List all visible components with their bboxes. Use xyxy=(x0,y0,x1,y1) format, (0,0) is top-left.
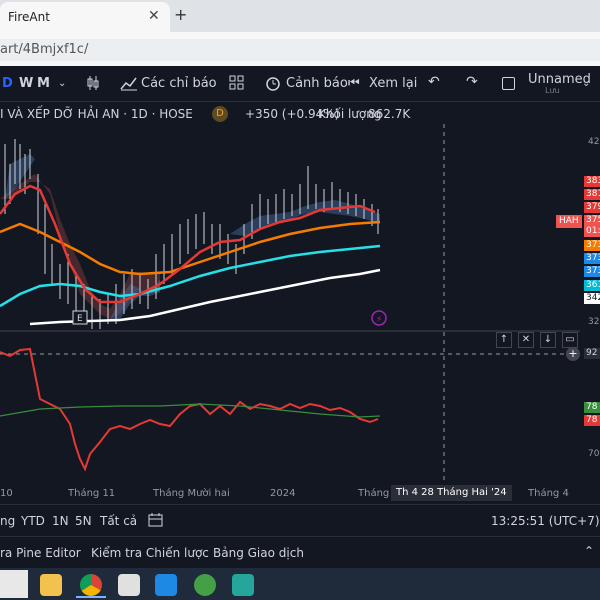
price-chart[interactable]: E ⚡ xyxy=(0,124,580,484)
redo-icon[interactable]: ↷ xyxy=(466,74,478,90)
price-tick-420: 420 xyxy=(588,137,600,147)
countdown-label: 01: xyxy=(584,226,600,237)
symbol-title[interactable]: I VÀ XẾP DỠ HẢI AN · 1D · HOSE xyxy=(0,107,193,121)
candle-style-icon[interactable] xyxy=(86,75,100,91)
indicators-icon[interactable] xyxy=(120,75,138,91)
close-pane-icon[interactable]: ✕ xyxy=(518,332,534,348)
collapse-panel-icon[interactable]: ⌃ xyxy=(584,544,594,558)
url-text: art/4Bmjxf1c/ xyxy=(0,42,89,57)
pine-editor-tab[interactable]: ra Pine Editor xyxy=(0,546,81,560)
time-label: 10 xyxy=(0,488,13,499)
url-field[interactable]: art/4Bmjxf1c/ xyxy=(0,39,600,61)
interval-d-button[interactable]: D xyxy=(2,76,13,91)
browser-tab-bar: FireAnt ✕ + xyxy=(0,0,600,32)
maximize-pane-icon[interactable]: ▭ xyxy=(562,332,578,348)
price-label: 361 xyxy=(584,280,600,291)
range-button-1n[interactable]: 1N xyxy=(52,514,69,528)
interval-m-button[interactable]: M xyxy=(37,76,50,91)
clock-timezone[interactable]: 13:25:51 (UTC+7) xyxy=(491,514,600,528)
range-bar: ng YTD 1N 5N Tất cả 13:25:51 (UTC+7) xyxy=(0,504,600,536)
alert-button[interactable]: Cảnh báo xyxy=(286,76,348,91)
bottom-panels: ra Pine Editor Kiểm tra Chiến lược Bảng … xyxy=(0,536,600,568)
tab-title: FireAnt xyxy=(8,10,50,24)
time-label: Tháng Mười hai xyxy=(153,488,230,499)
move-down-icon[interactable]: ↓ xyxy=(540,332,556,348)
price-label: 383 xyxy=(584,176,600,187)
chart-toolbar: D W M ⌄ Các chỉ báo Cảnh báo ⏮ Xem lại ↶… xyxy=(0,66,600,102)
active-app-indicator xyxy=(76,596,106,598)
zalo-icon[interactable] xyxy=(155,574,177,596)
price-label-current: 375 xyxy=(584,215,600,226)
chrome-icon[interactable] xyxy=(80,574,102,596)
svg-text:⚡: ⚡ xyxy=(376,315,382,325)
delay-badge: D xyxy=(212,106,228,122)
strategy-tester-tab[interactable]: Kiểm tra Chiến lược xyxy=(91,546,209,560)
chart-background xyxy=(0,124,580,484)
range-button-5n[interactable]: 5N xyxy=(75,514,92,528)
range-button-ytd[interactable]: YTD xyxy=(21,514,45,528)
search-thumbnail-icon[interactable] xyxy=(0,570,28,598)
alert-clock-icon[interactable] xyxy=(264,74,282,92)
crosshair-value: 92 xyxy=(584,348,600,359)
osc-tick-70: 70 xyxy=(588,449,600,459)
price-label: 381 xyxy=(584,189,600,200)
range-button-all[interactable]: Tất cả xyxy=(100,514,137,528)
layout-checkbox[interactable] xyxy=(502,77,515,90)
time-axis[interactable]: 10 Tháng 11 Tháng Mười hai 2024 Tháng H … xyxy=(0,484,600,504)
file-explorer-icon[interactable] xyxy=(40,574,62,596)
close-tab-icon[interactable]: ✕ xyxy=(148,8,160,24)
price-label: 373 xyxy=(584,240,600,251)
osc-value-green: 78 xyxy=(584,402,600,413)
time-label: Tháng 4 xyxy=(528,488,569,499)
move-up-icon[interactable]: ↑ xyxy=(496,332,512,348)
undo-icon[interactable]: ↶ xyxy=(428,74,440,90)
price-label: 379 xyxy=(584,202,600,213)
layout-chevron-icon[interactable]: ⌄ xyxy=(582,78,590,89)
add-alert-plus-icon[interactable]: + xyxy=(566,347,580,361)
earnings-marker-e[interactable]: E xyxy=(72,310,88,325)
volume-value: 862.7K xyxy=(368,107,411,121)
time-label: Tháng 11 xyxy=(68,488,116,499)
osc-value-red: 78 xyxy=(584,415,600,426)
symbol-tag: HAH xyxy=(556,215,582,228)
replay-button[interactable]: Xem lại xyxy=(369,76,417,91)
app-icon[interactable] xyxy=(232,574,254,596)
browser-tab[interactable]: FireAnt ✕ xyxy=(0,2,170,32)
range-button[interactable]: ng xyxy=(0,514,15,528)
replay-icon[interactable]: ⏮ xyxy=(348,76,360,91)
time-label: 2024 xyxy=(270,488,296,499)
interval-w-button[interactable]: W xyxy=(19,76,33,91)
svg-text:E: E xyxy=(77,314,83,324)
crosshair-date-label: Th 4 28 Tháng Hai '24 xyxy=(391,485,512,501)
app-icon[interactable] xyxy=(194,574,216,596)
layout-save-label[interactable]: Lưu xyxy=(545,86,560,95)
address-bar: art/4Bmjxf1c/ xyxy=(0,32,600,66)
templates-icon[interactable] xyxy=(229,75,245,91)
price-label: 342 xyxy=(584,293,600,304)
chevron-down-icon[interactable]: ⌄ xyxy=(58,78,66,89)
price-label: 373 xyxy=(584,266,600,277)
price-label: 373 xyxy=(584,253,600,264)
calendar-range-icon[interactable] xyxy=(148,512,164,528)
indicators-button[interactable]: Các chỉ báo xyxy=(141,76,217,91)
price-tick-320: 320 xyxy=(588,317,600,327)
app-icon[interactable] xyxy=(118,574,140,596)
new-tab-button[interactable]: + xyxy=(174,5,187,24)
trading-panel-tab[interactable]: Bảng Giao dịch xyxy=(213,546,304,560)
